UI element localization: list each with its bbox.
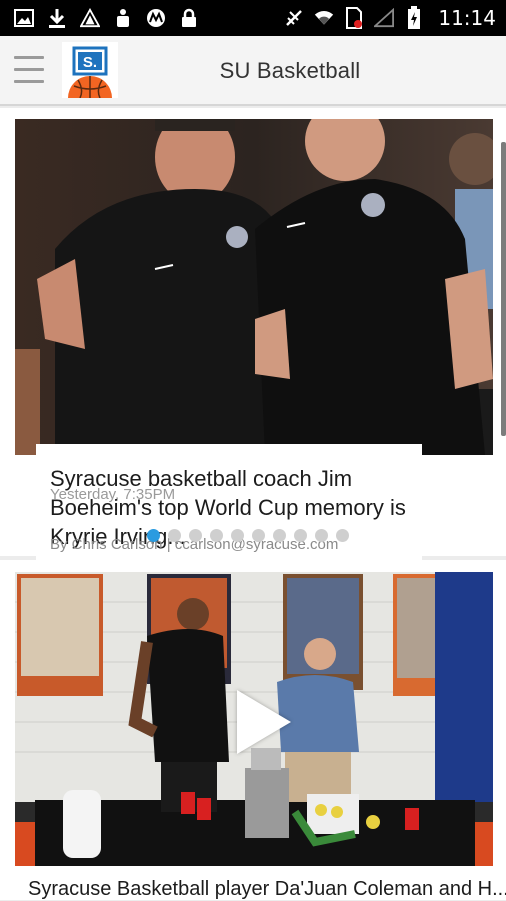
app-logo[interactable]: S.	[62, 42, 118, 99]
carousel-dot[interactable]	[294, 529, 307, 542]
carousel-dot[interactable]	[315, 529, 328, 542]
svg-text:S.: S.	[83, 54, 97, 71]
carousel-dot[interactable]	[252, 529, 265, 542]
no-signal-icon	[284, 8, 304, 28]
usb-icon	[113, 8, 133, 28]
headline-overlay[interactable]: Syracuse basketball coach Jim Boeheim's …	[36, 444, 422, 562]
battery-charging-icon	[404, 6, 424, 29]
carousel-dot[interactable]	[189, 529, 202, 542]
menu-icon[interactable]	[14, 56, 44, 86]
featured-photo[interactable]	[15, 119, 493, 455]
lock-icon	[179, 8, 199, 28]
carousel-dot[interactable]	[231, 529, 244, 542]
carousel-dot[interactable]	[210, 529, 223, 542]
play-icon[interactable]	[237, 690, 291, 754]
status-bar: 11:14	[0, 0, 506, 36]
triangle-icon	[80, 8, 100, 28]
video-headline[interactable]: Syracuse Basketball player Da'Juan Colem…	[28, 878, 506, 901]
carousel-dot[interactable]	[336, 529, 349, 542]
app-bar: S. SU Basketball	[0, 36, 506, 106]
carousel-dot[interactable]	[168, 529, 181, 542]
download-icon	[47, 8, 67, 28]
carousel-dot[interactable]	[147, 529, 160, 542]
video-thumbnail[interactable]	[15, 572, 493, 866]
carousel-dot[interactable]	[273, 529, 286, 542]
wifi-icon	[314, 8, 334, 28]
motorola-icon	[146, 8, 166, 28]
cell-signal-icon	[374, 8, 395, 28]
scrollbar[interactable]	[501, 142, 506, 436]
featured-story-card[interactable]: Syracuse basketball coach Jim Boeheim's …	[0, 108, 506, 562]
video-story-card[interactable]: Syracuse Basketball player Da'Juan Colem…	[0, 560, 506, 900]
featured-timestamp: Yesterday, 7:35PM	[50, 486, 176, 503]
app-title: SU Basketball	[219, 58, 361, 83]
status-time: 11:14	[438, 6, 496, 30]
sim-icon	[344, 7, 364, 29]
image-icon	[14, 8, 34, 28]
carousel-indicator[interactable]	[147, 529, 349, 542]
